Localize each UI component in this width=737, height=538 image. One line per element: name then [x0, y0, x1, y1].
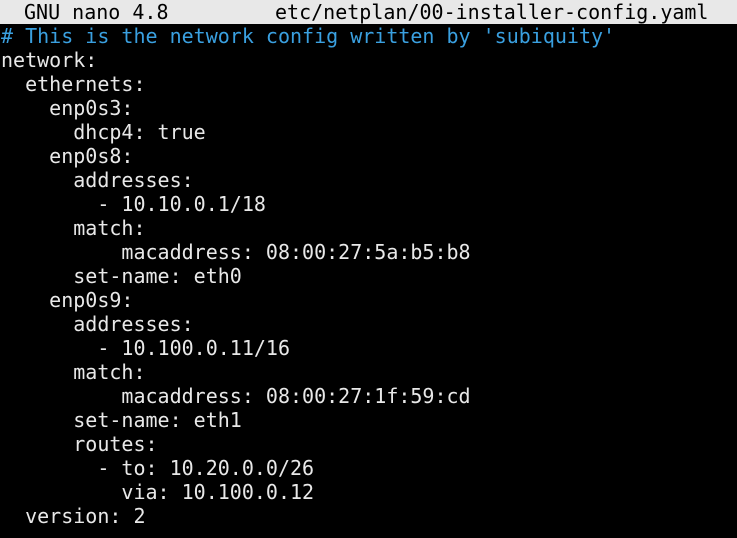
editor-line[interactable]: version: 2: [1, 504, 737, 528]
editor-line[interactable]: ethernets:: [1, 72, 737, 96]
editor-line[interactable]: dhcp4: true: [1, 120, 737, 144]
editor-line[interactable]: match:: [1, 360, 737, 384]
editor-line[interactable]: addresses:: [1, 168, 737, 192]
editor-line[interactable]: macaddress: 08:00:27:5a:b5:b8: [1, 240, 737, 264]
editor-line[interactable]: network:: [1, 48, 737, 72]
terminal-window: GNU nano 4.8 etc/netplan/00-installer-co…: [0, 0, 737, 538]
editor-line[interactable]: - 10.10.0.1/18: [1, 192, 737, 216]
editor-buffer[interactable]: # This is the network config written by …: [1, 24, 737, 528]
nano-version-label: GNU nano 4.8: [24, 0, 169, 24]
editor-line[interactable]: set-name: eth0: [1, 264, 737, 288]
editor-line[interactable]: macaddress: 08:00:27:1f:59:cd: [1, 384, 737, 408]
editor-line[interactable]: addresses:: [1, 312, 737, 336]
editor-line[interactable]: set-name: eth1: [1, 408, 737, 432]
editor-line[interactable]: - to: 10.20.0.0/26: [1, 456, 737, 480]
editor-line[interactable]: match:: [1, 216, 737, 240]
editor-line[interactable]: enp0s9:: [1, 288, 737, 312]
editor-line[interactable]: enp0s3:: [1, 96, 737, 120]
editor-line[interactable]: routes:: [1, 432, 737, 456]
editor-line[interactable]: via: 10.100.0.12: [1, 480, 737, 504]
nano-title-bar: GNU nano 4.8 etc/netplan/00-installer-co…: [0, 0, 737, 24]
editor-line[interactable]: - 10.100.0.11/16: [1, 336, 737, 360]
editor-line-comment[interactable]: # This is the network config written by …: [1, 24, 737, 48]
editor-line[interactable]: enp0s8:: [1, 144, 737, 168]
file-path-label: etc/netplan/00-installer-config.yaml: [275, 0, 709, 24]
